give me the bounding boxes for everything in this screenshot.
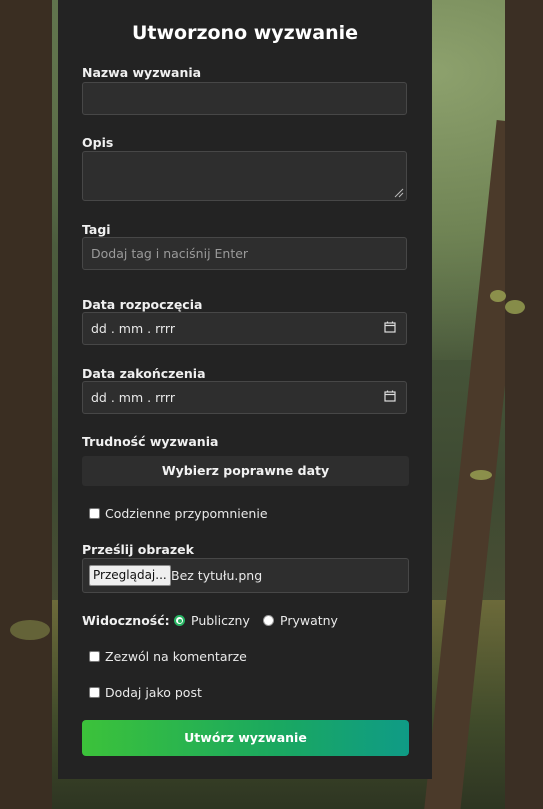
radio-private-label[interactable]: Prywatny [280, 613, 338, 628]
add-as-post-checkbox[interactable] [89, 687, 100, 698]
add-as-post-label[interactable]: Dodaj jako post [105, 685, 202, 700]
tags-input[interactable]: Dodaj tag i naciśnij Enter [82, 237, 407, 270]
selected-file-name: Bez tytułu.png [171, 568, 263, 583]
background-leaf [490, 290, 506, 302]
calendar-icon[interactable] [384, 321, 396, 333]
daily-reminder-label[interactable]: Codzienne przypomnienie [105, 506, 268, 521]
daily-reminder-checkbox[interactable] [89, 508, 100, 519]
background-leaf [470, 470, 492, 480]
start-date-input[interactable]: dd . mm . rrrr [82, 312, 407, 345]
upload-label: Prześlij obrazek [82, 542, 194, 557]
start-date-value: dd . mm . rrrr [91, 321, 175, 336]
background-leaf [505, 300, 525, 314]
challenge-name-input[interactable] [82, 82, 407, 115]
calendar-icon[interactable] [384, 390, 396, 402]
description-textarea[interactable] [82, 151, 407, 201]
start-date-label: Data rozpoczęcia [82, 297, 203, 312]
end-date-input[interactable]: dd . mm . rrrr [82, 381, 407, 414]
background-tree-trunk [0, 0, 52, 809]
resize-handle-icon[interactable] [394, 188, 404, 198]
difficulty-label: Trudność wyzwania [82, 434, 219, 449]
form-title: Utworzono wyzwanie [131, 22, 359, 44]
end-date-label: Data zakończenia [82, 366, 206, 381]
background-leaf [10, 620, 50, 640]
allow-comments-label[interactable]: Zezwól na komentarze [105, 649, 247, 664]
difficulty-button[interactable]: Wybierz poprawne daty [82, 456, 409, 486]
allow-comments-checkbox[interactable] [89, 651, 100, 662]
tags-label: Tagi [82, 222, 111, 237]
description-label: Opis [82, 135, 114, 150]
radio-public[interactable] [174, 615, 185, 626]
visibility-label: Widoczność: [82, 613, 170, 628]
image-upload-input[interactable]: Przeglądaj... Bez tytułu.png [82, 558, 409, 593]
create-challenge-button[interactable]: Utwórz wyzwanie [82, 720, 409, 756]
background-tree-trunk [505, 0, 543, 809]
radio-public-label[interactable]: Publiczny [191, 613, 250, 628]
tags-placeholder: Dodaj tag i naciśnij Enter [91, 246, 249, 261]
create-challenge-form: Utworzono wyzwanie Nazwa wyzwania Opis T… [58, 0, 432, 779]
end-date-value: dd . mm . rrrr [91, 390, 175, 405]
browse-button[interactable]: Przeglądaj... [89, 565, 171, 586]
radio-private[interactable] [263, 615, 274, 626]
name-label: Nazwa wyzwania [82, 65, 202, 80]
